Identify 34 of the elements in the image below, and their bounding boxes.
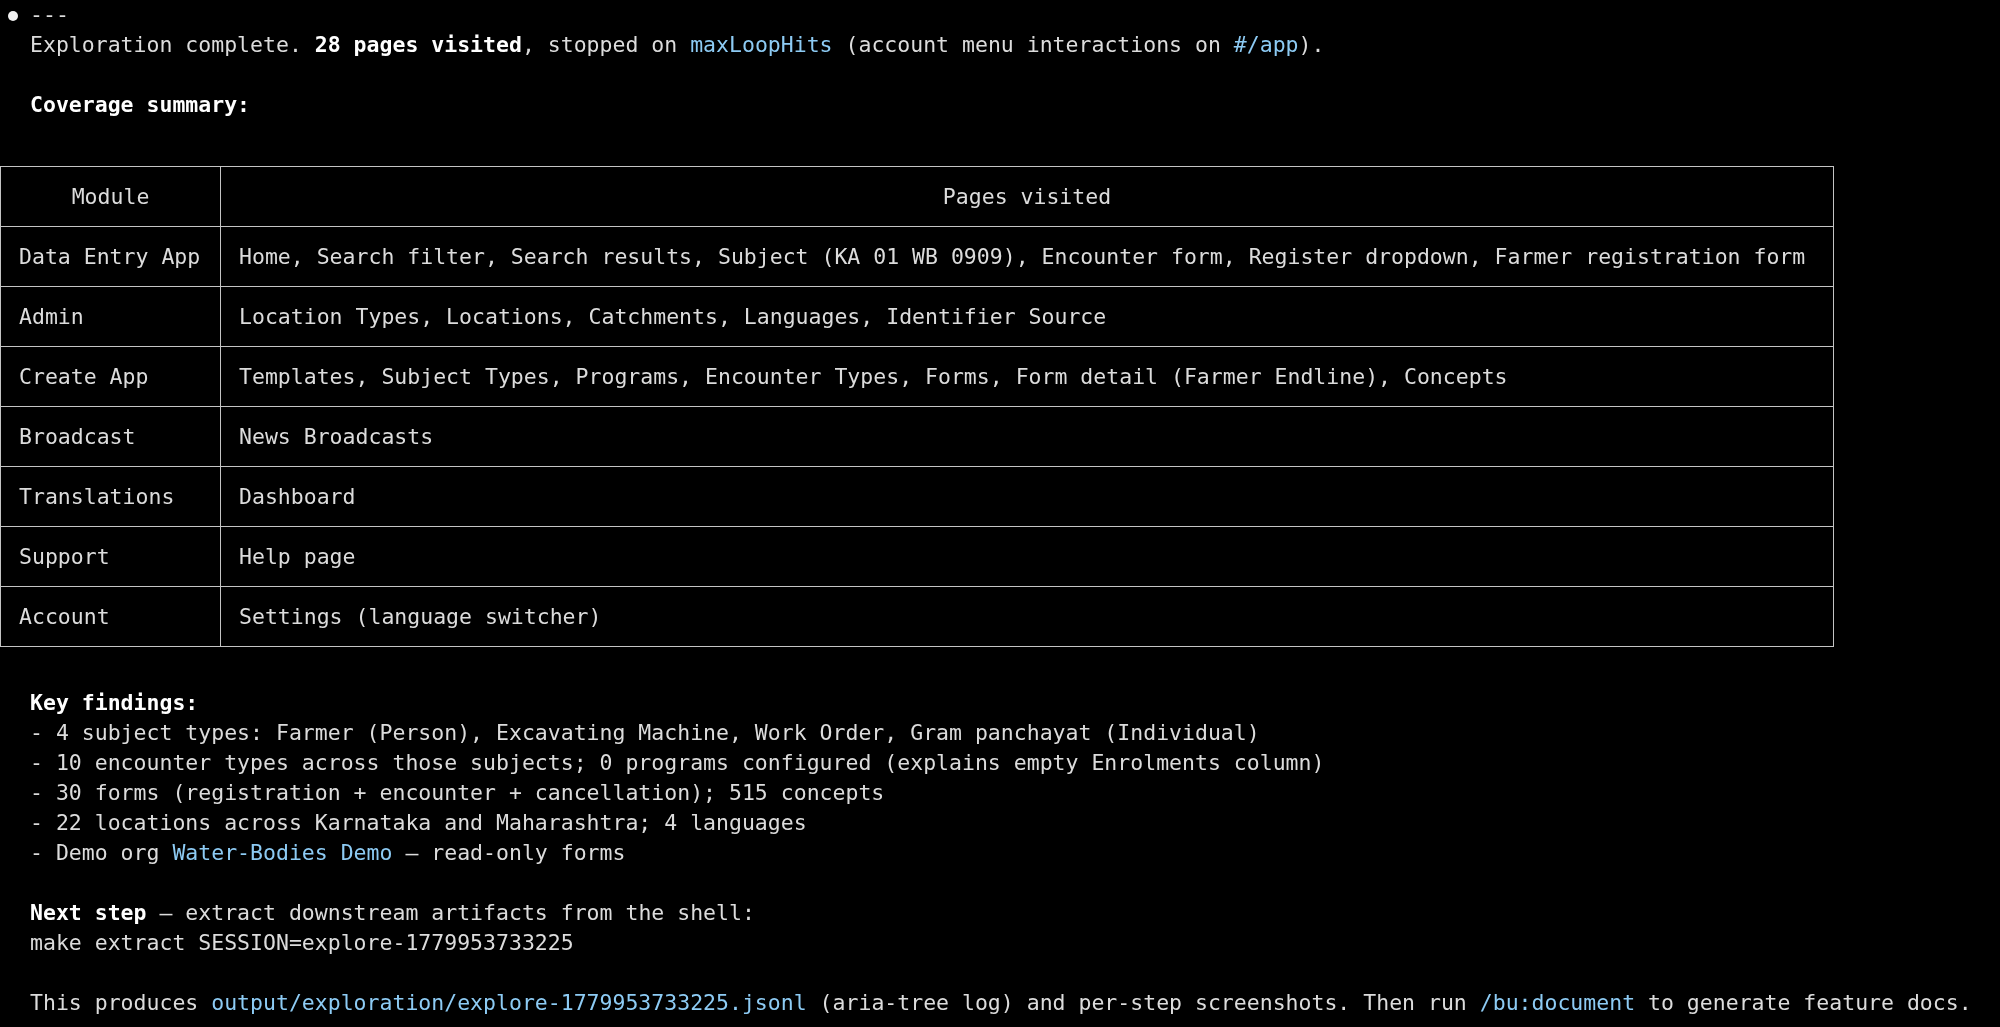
finding-text: - Demo org Water-Bodies Demo — read-only forms: [30, 839, 626, 867]
table-cell: Account: [0, 586, 221, 647]
closing-text: This produces output/exploration/explore-1779953733225.jsonl (aria-tree log) and per-step screenshots. Then run /bu:document to generate feature docs.: [30, 989, 1972, 1017]
section-heading: Key findings:: [30, 689, 199, 717]
column-header: Module: [0, 166, 221, 227]
link[interactable]: #/app: [1233, 32, 1299, 57]
finding-text: - 10 encounter types across those subjects; 0 programs configured (explains empty Enrolments column): [30, 749, 1325, 777]
finding-text: - 4 subject types: Farmer (Person), Excavating Machine, Work Order, Gram panchayat (Individual): [30, 719, 1260, 747]
link[interactable]: output/exploration/explore-1779953733225.jsonl: [211, 990, 807, 1015]
next-step-text: Next step — extract downstream artifacts from the shell:: [30, 899, 755, 927]
summary-text: Exploration complete. 28 pages visited, stopped on maxLoopHits (account menu interactions on #/app).: [30, 31, 1325, 59]
command-text: make extract SESSION=explore-1779953733225: [30, 929, 574, 957]
table-cell: Dashboard: [220, 466, 1834, 527]
table-cell: Data Entry App: [0, 226, 221, 287]
link[interactable]: maxLoopHits: [690, 32, 833, 57]
column-header: Pages visited: [220, 166, 1834, 227]
table-cell: Help page: [220, 526, 1834, 587]
section-heading: Coverage summary:: [30, 91, 251, 119]
table-cell: Broadcast: [0, 406, 221, 467]
finding-text: - 30 forms (registration + encounter + cancellation); 515 concepts: [30, 779, 885, 807]
bullet-icon: [8, 11, 18, 21]
finding-text: - 22 locations across Karnataka and Maharashtra; 4 languages: [30, 809, 807, 837]
table-cell: Settings (language switcher): [220, 586, 1834, 647]
table-cell: Support: [0, 526, 221, 587]
link[interactable]: Water-Bodies Demo: [172, 840, 393, 865]
table-cell: Home, Search filter, Search results, Subject (KA 01 WB 0909), Encounter form, Register dropdown, Farmer registration form: [220, 226, 1834, 287]
table-cell: Templates, Subject Types, Programs, Encounter Types, Forms, Form detail (Farmer Endline), Concepts: [220, 346, 1834, 407]
table-cell: Admin: [0, 286, 221, 347]
link[interactable]: /bu:document: [1479, 990, 1636, 1015]
table-cell: Location Types, Locations, Catchments, Languages, Identifier Source: [220, 286, 1834, 347]
table-cell: Translations: [0, 466, 221, 527]
table-cell: Create App: [0, 346, 221, 407]
separator-text: ---: [30, 1, 69, 29]
table-cell: News Broadcasts: [220, 406, 1834, 467]
